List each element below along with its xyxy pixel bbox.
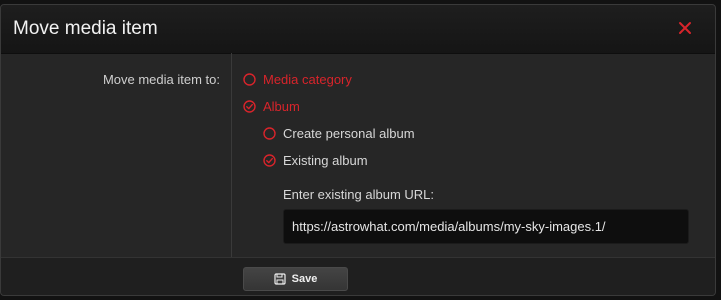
- option-existing-album[interactable]: Existing album: [263, 153, 368, 168]
- radio-unchecked-icon: [243, 73, 256, 86]
- save-button[interactable]: Save: [243, 267, 348, 291]
- label-column: Move media item to:: [1, 53, 230, 257]
- dialog-footer: Save: [1, 257, 715, 295]
- album-url-label: Enter existing album URL:: [283, 187, 435, 202]
- option-label: Existing album: [283, 153, 368, 168]
- radio-unchecked-icon: [263, 127, 276, 140]
- save-icon: [274, 273, 286, 285]
- radio-checked-icon: [263, 154, 276, 167]
- save-button-label: Save: [291, 273, 318, 285]
- move-media-dialog: Move media item Move media item to: Medi…: [0, 4, 716, 296]
- album-url-input[interactable]: [283, 209, 689, 244]
- dialog-body: Move media item to: Media category Album…: [1, 53, 715, 257]
- column-divider: [231, 53, 232, 257]
- dialog-titlebar: Move media item: [1, 5, 715, 54]
- close-icon[interactable]: [677, 20, 693, 36]
- option-label: Create personal album: [283, 126, 415, 141]
- radio-checked-icon: [243, 100, 256, 113]
- field-label: Move media item to:: [102, 72, 220, 87]
- option-media-category[interactable]: Media category: [243, 72, 352, 87]
- option-create-personal-album[interactable]: Create personal album: [263, 126, 415, 141]
- dialog-title: Move media item: [13, 18, 158, 39]
- option-label: Album: [263, 99, 300, 114]
- option-label: Media category: [263, 72, 352, 87]
- option-album[interactable]: Album: [243, 99, 300, 114]
